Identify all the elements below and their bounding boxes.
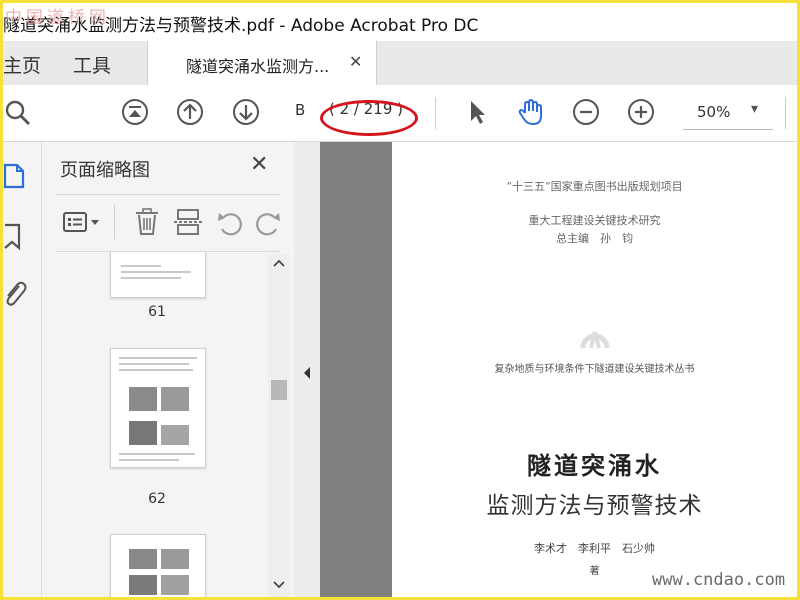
options-menu-icon[interactable] — [62, 209, 102, 241]
thumb-photo — [161, 387, 189, 411]
panel-toolbar-divider — [114, 205, 115, 239]
tab-tools[interactable]: 工具 — [73, 51, 111, 78]
bookmarks-icon[interactable] — [3, 222, 25, 256]
left-navigation-rail — [3, 142, 42, 597]
thumbnail-page-62[interactable] — [110, 348, 206, 468]
publisher-logo-icon — [580, 322, 610, 356]
panel-title: 页面缩略图 — [60, 160, 150, 181]
thumb-text-line — [119, 363, 189, 365]
document-viewer-background — [320, 142, 392, 597]
thumb-photo — [129, 421, 157, 445]
panel-collapse-gutter[interactable] — [294, 142, 320, 597]
research-line: 重大工程建设关键技术研究 — [528, 214, 661, 227]
thumbnail-label-61: 61 — [148, 304, 166, 320]
chief-editor-line: 总主编 孙 钧 — [556, 232, 633, 245]
scrollbar-thumb[interactable] — [271, 380, 287, 400]
thumb-photo — [161, 425, 189, 445]
thumb-text-line — [121, 265, 161, 267]
app-window: 隧道突涌水监测方法与预警技术.pdf - Adobe Acrobat Pro D… — [0, 0, 800, 600]
close-tab-icon[interactable]: ✕ — [349, 52, 362, 71]
rotate-counterclockwise-icon[interactable] — [216, 209, 244, 241]
tab-bar: 主页 工具 隧道突涌水监测方... ✕ — [3, 41, 797, 86]
close-panel-icon[interactable]: ✕ — [250, 152, 268, 177]
authors-line: 李术才 李利平 石少帅 — [534, 542, 655, 555]
rotate-clockwise-icon[interactable] — [254, 209, 280, 241]
thumb-text-line — [119, 357, 197, 359]
zoom-underline — [683, 129, 773, 130]
thumb-text-line — [121, 277, 181, 279]
site-watermark: www.cndao.com — [652, 570, 786, 590]
thumb-photo — [129, 575, 157, 595]
rail-pointer — [33, 172, 41, 188]
book-title-line-2: 监测方法与预警技术 — [486, 493, 703, 519]
zoom-value[interactable]: 50% — [697, 103, 730, 121]
split-page-icon[interactable] — [174, 207, 202, 241]
page-thumbnails-icon[interactable] — [3, 162, 27, 194]
page-number-input[interactable]: B — [295, 101, 305, 119]
zoom-dropdown-icon[interactable]: ▾ — [751, 101, 758, 117]
toolbar-divider — [435, 97, 436, 129]
tab-home[interactable]: 主页 — [3, 51, 41, 78]
scroll-up-icon[interactable] — [272, 258, 286, 268]
thumb-text-line — [119, 453, 195, 455]
thumbnail-page-63[interactable] — [110, 534, 206, 597]
page-count-highlight-oval — [320, 100, 418, 136]
thumbnail-page-61[interactable] — [110, 252, 206, 298]
book-series-line: 复杂地质与环境条件下隧道建设关键技术丛书 — [494, 364, 695, 375]
thumb-photo — [161, 549, 189, 569]
thumbnail-label-62: 62 — [148, 491, 166, 507]
collapse-panel-arrow-icon[interactable] — [302, 366, 312, 380]
scroll-down-icon[interactable] — [272, 580, 286, 590]
thumb-text-line — [121, 271, 191, 273]
thumbnail-list: 61 62 — [42, 252, 268, 597]
select-cursor-icon[interactable] — [461, 96, 493, 128]
next-page-icon[interactable] — [230, 96, 262, 128]
thumb-photo — [129, 549, 157, 569]
toolbar-divider-end — [785, 97, 786, 129]
hand-tool-icon[interactable] — [515, 96, 547, 128]
zoom-in-icon[interactable] — [625, 96, 657, 128]
title-bar: 隧道突涌水监测方法与预警技术.pdf - Adobe Acrobat Pro D… — [3, 3, 797, 41]
thumb-photo — [129, 387, 157, 411]
previous-page-icon[interactable] — [174, 96, 206, 128]
document-page: “十三五”国家重点图书出版规划项目 重大工程建设关键技术研究 总主编 孙 钧 复… — [392, 142, 797, 597]
delete-page-icon[interactable] — [134, 207, 160, 241]
attachments-icon[interactable] — [3, 278, 27, 312]
page-thumbnails-panel: 页面缩略图 ✕ 61 62 — [42, 142, 295, 597]
top-watermark: 中国道桥网 — [5, 8, 110, 28]
thumbnail-scrollbar[interactable] — [268, 254, 290, 597]
zoom-out-icon[interactable] — [570, 96, 602, 128]
book-title-line-1: 隧道突涌水 — [527, 451, 662, 480]
thumb-text-line — [119, 369, 193, 371]
thumb-text-line — [119, 459, 179, 461]
panel-toolbar — [56, 194, 280, 252]
first-page-icon[interactable] — [119, 96, 151, 128]
series-project-line: “十三五”国家重点图书出版规划项目 — [506, 180, 683, 193]
tab-document[interactable]: 隧道突涌水监测方... ✕ — [147, 41, 377, 85]
search-icon[interactable] — [3, 96, 33, 128]
document-tab-label: 隧道突涌水监测方... — [186, 57, 330, 76]
thumb-photo — [161, 575, 189, 595]
